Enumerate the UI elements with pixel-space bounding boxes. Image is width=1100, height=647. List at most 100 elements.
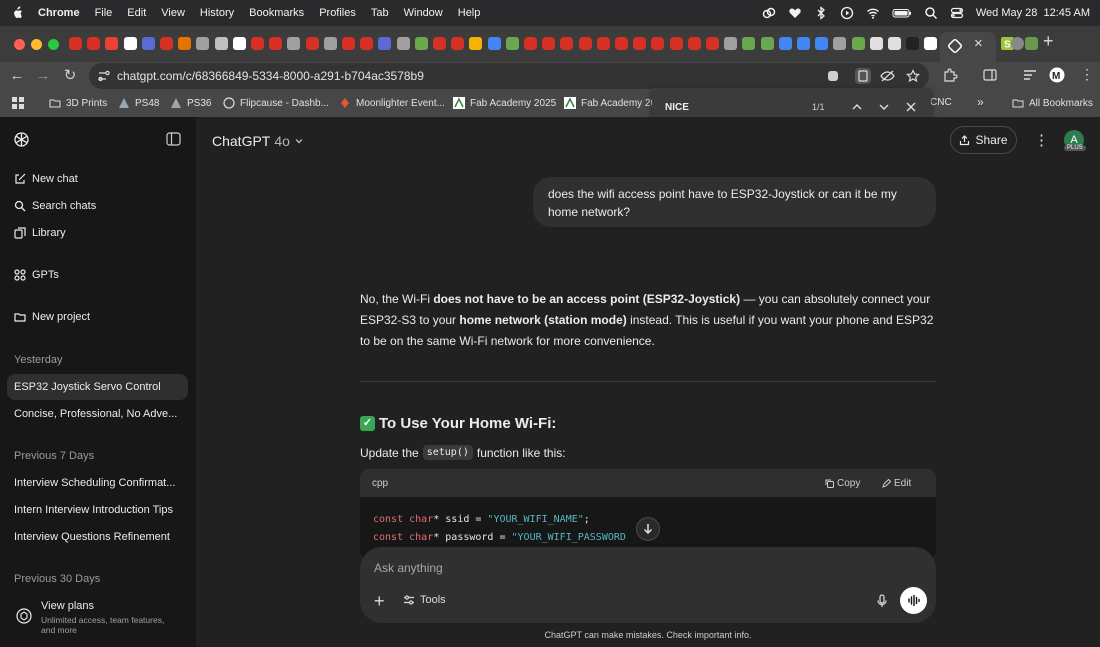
tab-favicon[interactable] xyxy=(69,37,82,50)
chat-item[interactable]: Intern Interview Introduction Tips xyxy=(14,504,173,516)
edit-code-button[interactable]: Edit xyxy=(882,478,911,489)
tab-favicon[interactable] xyxy=(669,37,683,50)
url-text[interactable]: chatgpt.com/c/68366849-5334-8000-a291-b7… xyxy=(117,69,424,83)
sidebar-gpts[interactable]: GPTs xyxy=(14,269,59,281)
chat-item[interactable]: Interview Questions Refinement xyxy=(14,531,170,543)
tab-favicon[interactable] xyxy=(560,37,574,50)
tab-favicon[interactable] xyxy=(396,37,410,50)
menu-chrome[interactable]: Chrome xyxy=(38,7,80,19)
tab-favicon[interactable] xyxy=(760,37,774,50)
tab-favicon[interactable] xyxy=(742,37,756,50)
spotlight-search-icon[interactable] xyxy=(924,6,938,20)
chat-item[interactable]: Interview Scheduling Confirmat... xyxy=(14,477,175,489)
close-tab-icon[interactable]: × xyxy=(974,35,983,52)
view-plans-button[interactable]: View plans Unlimited access, team featur… xyxy=(0,590,196,640)
tab-favicon[interactable] xyxy=(196,37,210,50)
bookmark-ps48[interactable]: PS48 xyxy=(118,97,159,109)
new-tab-button[interactable]: + xyxy=(1043,31,1054,52)
tab-favicon[interactable] xyxy=(687,37,701,50)
tab-favicon[interactable] xyxy=(596,37,610,50)
site-info-icon[interactable] xyxy=(97,69,111,83)
reload-button[interactable]: ↻ xyxy=(61,67,79,85)
find-query-input[interactable]: NICE xyxy=(665,102,689,113)
tab-favicon[interactable] xyxy=(214,37,228,50)
tab-favicon[interactable] xyxy=(542,37,556,50)
tab-favicon[interactable] xyxy=(342,37,355,50)
control-center-icon[interactable] xyxy=(950,6,964,20)
find-next-icon[interactable] xyxy=(877,100,891,114)
more-options-icon[interactable]: ⋮ xyxy=(1034,131,1049,149)
tab-favicon[interactable] xyxy=(487,37,501,50)
chat-item[interactable]: ESP32 Joystick Servo Control xyxy=(14,381,161,393)
forward-button[interactable]: → xyxy=(34,67,52,85)
menu-profiles[interactable]: Profiles xyxy=(319,7,356,19)
tab-favicon[interactable] xyxy=(360,37,374,50)
find-previous-icon[interactable] xyxy=(850,100,864,114)
tab-favicon[interactable] xyxy=(123,37,137,50)
more-bookmarks-icon[interactable]: » xyxy=(977,95,984,109)
tab-favicon[interactable] xyxy=(833,37,847,50)
copy-code-button[interactable]: Copy xyxy=(825,478,860,489)
menu-view[interactable]: View xyxy=(161,7,185,19)
composer-input[interactable]: Ask anything xyxy=(374,561,443,575)
active-tab[interactable]: × xyxy=(940,32,996,62)
tab-favicon[interactable] xyxy=(469,37,483,50)
extensions-puzzle-icon[interactable] xyxy=(942,67,958,83)
tab-favicon[interactable] xyxy=(869,37,883,50)
bookmark-ps36[interactable]: PS36 xyxy=(170,97,211,109)
menu-bookmarks[interactable]: Bookmarks xyxy=(249,7,304,19)
tab-favicon[interactable] xyxy=(615,37,628,50)
menu-help[interactable]: Help xyxy=(458,7,481,19)
tab-favicon[interactable] xyxy=(87,37,101,50)
bookmark-fab-academy[interactable]: Fab Academy 20 xyxy=(564,97,656,109)
bookmark-flipcause[interactable]: Flipcause - Dashb... xyxy=(223,97,329,109)
tab-favicon[interactable] xyxy=(888,37,901,50)
bookmark-moonlighter[interactable]: Moonlighter Event... xyxy=(339,97,445,109)
tab-favicon[interactable] xyxy=(305,37,319,50)
tab-favicon[interactable] xyxy=(1011,37,1024,50)
tab-favicon[interactable] xyxy=(724,37,738,50)
browser-menu-icon[interactable]: ⋮ xyxy=(1080,66,1094,83)
reader-mode-icon[interactable] xyxy=(855,68,871,84)
tab-favicon[interactable] xyxy=(815,37,829,50)
menu-edit[interactable]: Edit xyxy=(127,7,146,19)
tab-favicon[interactable] xyxy=(105,37,119,50)
tab-favicon[interactable] xyxy=(251,37,264,50)
tab-favicon[interactable] xyxy=(906,37,920,50)
menu-tab[interactable]: Tab xyxy=(371,7,389,19)
add-attachment-button[interactable]: + xyxy=(374,592,385,610)
tab-favicon[interactable] xyxy=(924,37,938,50)
tab-favicon[interactable] xyxy=(851,37,865,50)
toggle-sidebar-icon[interactable] xyxy=(166,132,181,146)
tab-favicon[interactable] xyxy=(141,37,155,50)
heart-icon[interactable] xyxy=(788,6,802,20)
bookmark-fab-academy-2025[interactable]: Fab Academy 2025 xyxy=(453,97,556,109)
tab-favicon[interactable] xyxy=(178,37,192,50)
creative-cloud-icon[interactable] xyxy=(762,6,776,20)
voice-mode-button[interactable] xyxy=(900,587,927,614)
tab-favicon[interactable] xyxy=(451,37,465,50)
all-bookmarks[interactable]: All Bookmarks xyxy=(1012,97,1093,109)
bluetooth-icon[interactable] xyxy=(814,6,828,20)
tab-favicon[interactable] xyxy=(1025,37,1038,50)
tab-favicon[interactable] xyxy=(232,37,246,50)
battery-icon[interactable] xyxy=(892,6,912,20)
sidebar-new-project[interactable]: New project xyxy=(14,311,90,323)
bookmark-cnc[interactable]: CNC xyxy=(930,97,952,108)
wifi-icon[interactable] xyxy=(866,6,880,20)
tab-favicon[interactable] xyxy=(524,37,537,50)
tab-favicon[interactable] xyxy=(287,37,301,50)
tab-favicon[interactable] xyxy=(578,37,592,50)
tab-favicon[interactable] xyxy=(797,37,810,50)
tools-button[interactable]: Tools xyxy=(403,594,446,606)
share-button[interactable]: Share xyxy=(950,126,1017,154)
apple-icon[interactable] xyxy=(10,6,24,20)
find-close-icon[interactable] xyxy=(904,100,918,114)
tab-favicon[interactable] xyxy=(778,37,792,50)
back-button[interactable]: ← xyxy=(8,67,26,85)
sidebar-library[interactable]: Library xyxy=(14,227,66,239)
tab-favicon[interactable] xyxy=(323,37,337,50)
tab-favicon[interactable] xyxy=(269,37,283,50)
address-bar[interactable]: chatgpt.com/c/68366849-5334-8000-a291-b7… xyxy=(89,63,929,89)
extension-icon[interactable] xyxy=(826,69,840,83)
